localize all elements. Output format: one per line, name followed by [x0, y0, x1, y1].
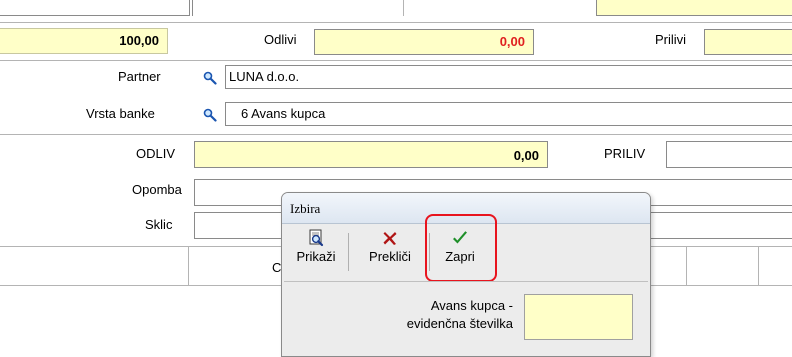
- avans-kupca-input[interactable]: [524, 294, 633, 340]
- vrsta-banke-value: 6 Avans kupca: [241, 106, 326, 121]
- prilivi-label: Prilivi: [655, 32, 687, 47]
- divider: [0, 22, 792, 23]
- odlivi-label: Odlivi: [264, 32, 297, 47]
- divider: [758, 246, 759, 286]
- avans-field-label: Avans kupca - evidenčna številka: [342, 297, 513, 333]
- preklici-label: Prekliči: [369, 249, 411, 264]
- search-icon[interactable]: [203, 71, 217, 85]
- divider: [188, 246, 189, 286]
- sklic-label: Sklic: [145, 217, 173, 232]
- top-partial-yellow-field[interactable]: [596, 0, 792, 16]
- opomba-label: Opomba: [132, 182, 182, 197]
- odliv-field[interactable]: 0,00: [194, 141, 548, 168]
- priliv-field[interactable]: [666, 141, 792, 168]
- izbira-dialog: Izbira Prikaži Prekliči Zapri Avans kupc…: [281, 192, 651, 357]
- divider: [0, 60, 792, 61]
- odliv-label: ODLIV: [136, 146, 176, 161]
- top-partial-field[interactable]: [0, 0, 190, 16]
- partial-button-label: C: [272, 260, 282, 275]
- prikazi-button[interactable]: Prikaži: [290, 225, 342, 277]
- prikazi-label: Prikaži: [296, 249, 336, 264]
- divider: [686, 246, 687, 286]
- amount-field[interactable]: 100,00: [0, 28, 168, 54]
- search-icon[interactable]: [203, 108, 217, 122]
- toolbar-separator: [348, 233, 349, 271]
- prilivi-field[interactable]: [704, 29, 792, 55]
- odlivi-field[interactable]: 0,00: [314, 29, 534, 55]
- partner-label: Partner: [118, 69, 161, 84]
- top-partial-cell: [192, 0, 404, 16]
- divider: [0, 134, 792, 135]
- avans-label-line2: evidenčna številka: [406, 316, 513, 331]
- dialog-title: Izbira: [290, 201, 321, 216]
- highlight-box: [425, 214, 497, 282]
- partner-field[interactable]: LUNA d.o.o.: [225, 65, 792, 89]
- avans-label-line1: Avans kupca -: [430, 298, 513, 313]
- vrsta-banke-field[interactable]: 6 Avans kupca: [225, 102, 792, 126]
- toolbar-bottom-divider: [284, 281, 648, 282]
- priliv-label: PRILIV: [604, 146, 646, 161]
- preklici-button[interactable]: Prekliči: [360, 225, 420, 277]
- partner-value: LUNA d.o.o.: [229, 69, 300, 84]
- preview-icon: [309, 229, 324, 247]
- vrsta-banke-label: Vrsta banke: [86, 106, 155, 121]
- cancel-x-icon: [383, 232, 397, 245]
